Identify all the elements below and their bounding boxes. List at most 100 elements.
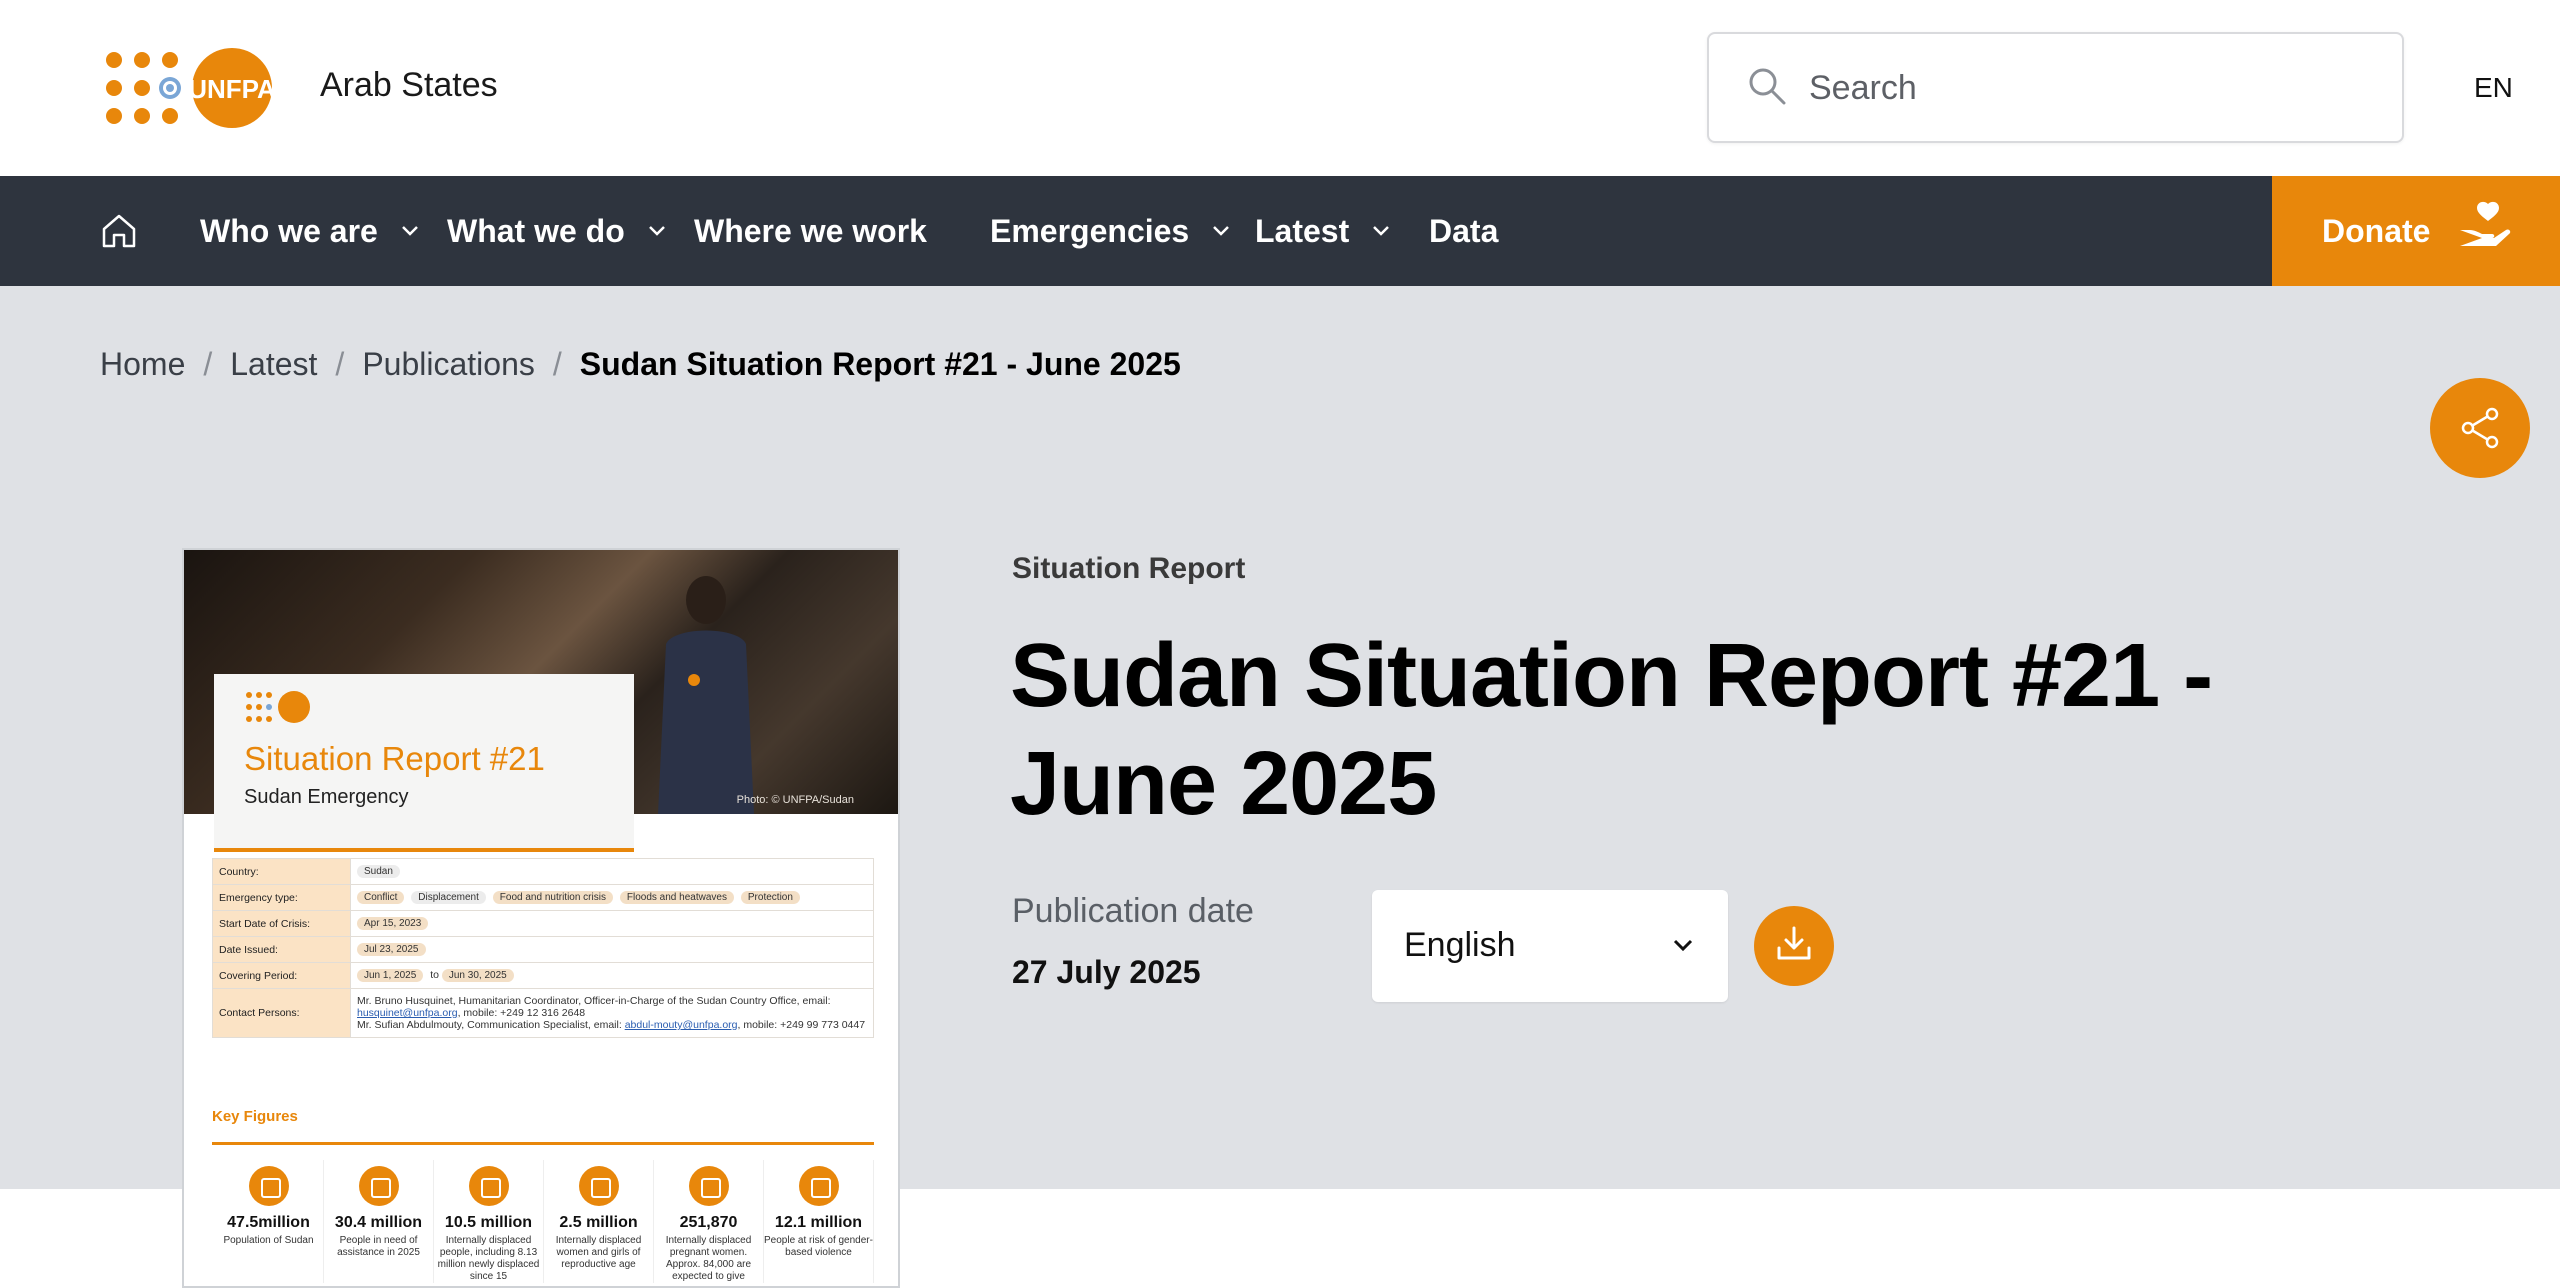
language-switcher[interactable]: EN (2474, 72, 2513, 104)
cover-title-card: Situation Report #21 Sudan Emergency (214, 674, 634, 852)
running-person-icon (468, 1166, 509, 1206)
breadcrumb: Home / Latest / Publications / Sudan Sit… (100, 346, 1181, 383)
divider (214, 848, 634, 852)
contact-text: Mr. Sufian Abdulmouty, Communication Spe… (357, 1019, 622, 1031)
key-figure-number: 2.5 million (559, 1214, 638, 1231)
main-navigation: Who we are What we do Where we work Emer… (0, 176, 2560, 286)
nav-label: What we do (447, 212, 625, 249)
key-figure: 251,870 Internally displaced pregnant wom… (654, 1160, 764, 1283)
chevron-down-icon (1213, 226, 1230, 236)
key-figure-label: People in need of assistance in 2025 (337, 1235, 420, 1258)
nav-what-we-do[interactable]: What we do (447, 176, 667, 286)
nav-where-we-work[interactable]: Where we work (694, 176, 927, 286)
publication-type: Situation Report (1012, 552, 1246, 585)
key-figure-number: 30.4 million (334, 1214, 423, 1231)
table-row: Country: Sudan (212, 858, 874, 885)
table-value: Mr. Bruno Husquinet, Humanitarian Coordi… (350, 988, 874, 1038)
nav-latest[interactable]: Latest (1255, 176, 1391, 286)
key-figure-label: Internally displaced women and girls of … (555, 1235, 642, 1270)
chevron-down-icon (1673, 939, 1693, 952)
key-figure-label: Population of Sudan (223, 1235, 314, 1246)
table-row: Start Date of Crisis: Apr 15, 2023 (212, 910, 874, 937)
publication-date: 27 July 2025 (1012, 954, 1201, 990)
breadcrumb-latest[interactable]: Latest (230, 346, 317, 383)
key-figure: 30.4 million People in need of assistance… (324, 1160, 434, 1283)
chip: Sudan (357, 865, 400, 878)
pregnant-woman-icon (688, 1166, 729, 1206)
home-icon[interactable] (100, 212, 138, 250)
chip: Displacement (411, 891, 486, 904)
chevron-down-icon (1373, 226, 1390, 236)
search-icon (1749, 68, 1786, 105)
site-header: UNFPA Arab States EN (0, 0, 2560, 176)
contact-text: , mobile: +249 12 316 2648 (457, 1007, 586, 1019)
breadcrumb-separator: / (552, 346, 562, 382)
chip: Conflict (357, 891, 405, 904)
nav-label: Who we are (200, 212, 378, 249)
table-row: Date Issued: Jul 23, 2025 (212, 936, 874, 963)
contact-email: husquinet@unfpa.org (357, 1007, 458, 1019)
gender-icon (798, 1166, 839, 1206)
download-icon (1777, 926, 1811, 960)
breadcrumb-home[interactable]: Home (100, 346, 185, 383)
breadcrumb-separator: / (335, 346, 345, 382)
key-figures-row: 47.5million Population of Sudan 30.4 mill… (214, 1160, 874, 1283)
table-value: Apr 15, 2023 (350, 910, 874, 937)
key-figure: 2.5 million Internally displaced women an… (544, 1160, 654, 1283)
key-figure-number: 251,870 (679, 1214, 738, 1231)
contact-text: , mobile: +249 99 773 0447 (737, 1019, 866, 1031)
breadcrumb-separator: / (203, 346, 213, 382)
divider (212, 1142, 874, 1145)
people-icon (358, 1166, 399, 1206)
women-icon (578, 1166, 619, 1206)
table-value: Conflict Displacement Food and nutrition… (350, 884, 874, 911)
photo-credit: Photo: © UNFPA/Sudan (736, 794, 854, 806)
breadcrumb-current: Sudan Situation Report #21 - June 2025 (579, 346, 1181, 382)
language-select[interactable]: English (1372, 890, 1728, 1002)
cover-subtitle: Sudan Emergency (244, 786, 409, 808)
key-figure-number: 10.5 million (444, 1214, 533, 1231)
nav-emergencies[interactable]: Emergencies (990, 176, 1231, 286)
unfpa-logo (246, 691, 310, 723)
table-value: Jul 23, 2025 (350, 936, 874, 963)
key-figure-number: 12.1 million (774, 1214, 863, 1231)
table-key: Country: (212, 858, 351, 885)
key-figure-label: Internally displaced people, including 8… (437, 1235, 540, 1282)
nav-data[interactable]: Data (1429, 176, 1498, 286)
key-figure: 47.5million Population of Sudan (214, 1160, 324, 1283)
table-key: Start Date of Crisis: (212, 910, 351, 937)
donate-button[interactable]: Donate (2272, 176, 2560, 286)
people-icon (248, 1166, 289, 1206)
nav-label: Data (1429, 212, 1499, 249)
search-box[interactable] (1707, 32, 2404, 143)
share-button[interactable] (2430, 378, 2530, 478)
chip: Protection (740, 891, 800, 904)
key-figures-title: Key Figures (212, 1108, 298, 1125)
chip: Apr 15, 2023 (357, 917, 429, 930)
share-icon (2461, 407, 2499, 449)
range-word: to (430, 969, 439, 981)
language-select-value: English (1404, 926, 1516, 964)
region-name[interactable]: Arab States (320, 66, 498, 105)
download-button[interactable] (1754, 906, 1834, 986)
donate-label: Donate (2322, 212, 2431, 249)
chip: Jul 23, 2025 (357, 943, 426, 956)
table-row: Covering Period: Jun 1, 2025 to Jun 30, … (212, 962, 874, 989)
nav-label: Emergencies (990, 212, 1190, 249)
table-key: Emergency type: (212, 884, 351, 911)
page-title: Sudan Situation Report #21 - June 2025 (1010, 626, 2213, 834)
chevron-down-icon (648, 226, 665, 236)
person-image (658, 576, 754, 814)
cover-title: Situation Report #21 (244, 740, 545, 777)
nav-who-we-are[interactable]: Who we are (200, 176, 420, 286)
publication-date-label: Publication date (1012, 892, 1254, 930)
key-figure: 10.5 million Internally displaced people,… (434, 1160, 544, 1283)
report-cover-thumbnail[interactable]: Photo: © UNFPA/Sudan Situation Report #2… (182, 548, 900, 1288)
breadcrumb-publications[interactable]: Publications (362, 346, 535, 383)
unfpa-logo[interactable]: UNFPA (100, 46, 276, 130)
nav-label: Where we work (694, 212, 927, 249)
search-input[interactable] (1809, 54, 2369, 122)
table-key: Covering Period: (212, 962, 351, 989)
chip: Floods and heatwaves (619, 891, 734, 904)
contact-email: abdul-mouty@unfpa.org (624, 1019, 738, 1031)
